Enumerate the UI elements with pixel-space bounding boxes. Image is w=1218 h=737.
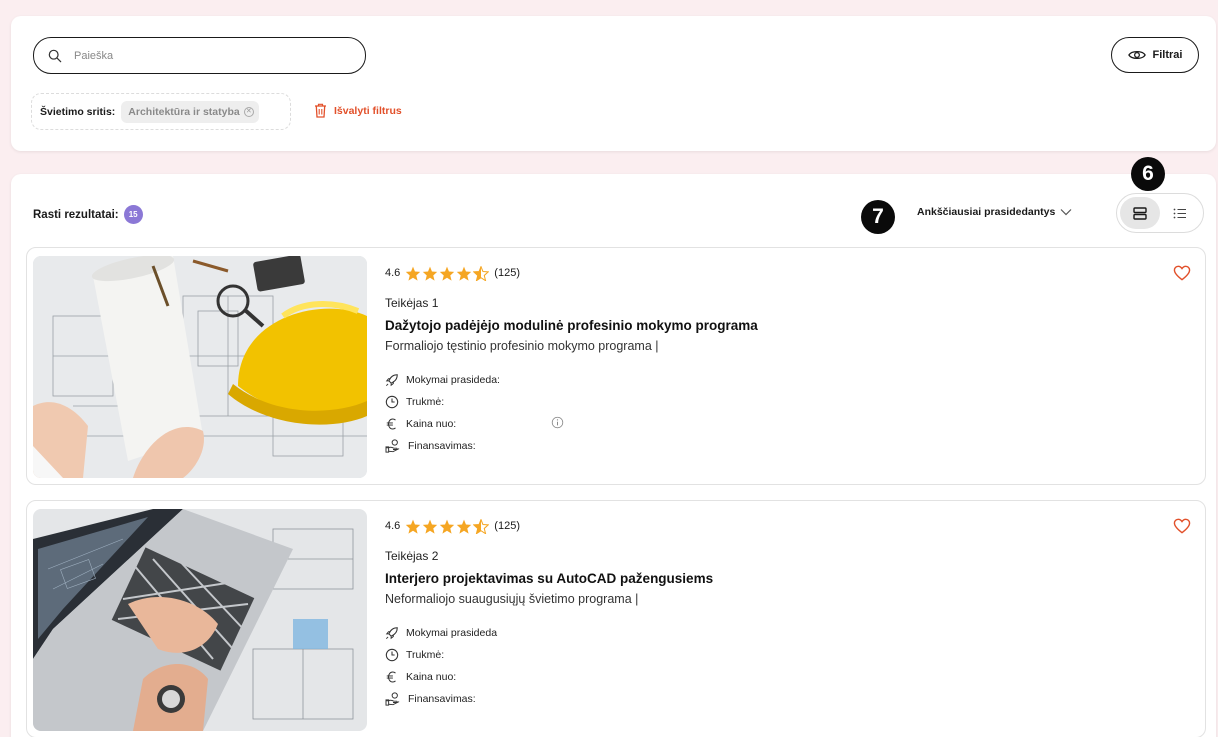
star-icon <box>423 266 438 281</box>
provider-name: Teikėjas 1 <box>385 296 439 310</box>
filters-button-label: Filtrai <box>1152 49 1183 61</box>
star-icon <box>406 519 421 534</box>
clock-icon <box>385 648 399 661</box>
annotation-step-7: 7 <box>861 200 895 234</box>
view-toggle <box>1116 193 1204 233</box>
star-icon <box>457 266 472 281</box>
meta-start: Mokymai prasideda <box>385 623 1085 642</box>
course-details: 4.6 (125) Teikėjas 2 Interjero projektav… <box>385 517 1085 711</box>
course-details: 4.6 (125) Teikėjas 1 Dažytojo padėjėjo m… <box>385 264 1085 458</box>
course-image <box>33 256 367 478</box>
results-count-badge: 15 <box>123 205 143 224</box>
meta-start-label: Mokymai prasideda: <box>406 373 500 386</box>
search-icon <box>48 49 62 62</box>
favorite-button[interactable] <box>1173 265 1191 286</box>
chevron-down-icon <box>1060 209 1072 216</box>
sort-select[interactable]: Ankščiausiai prasidedantys <box>917 206 1072 218</box>
hand-coin-icon <box>385 691 400 706</box>
meta-duration: Trukmė: <box>385 392 1085 411</box>
eye-icon <box>1127 50 1146 60</box>
active-filter-chip[interactable]: Architektūra ir statyba ✕ <box>121 100 259 123</box>
half-star-icon <box>473 265 490 281</box>
meta-price-label: Kaina nuo: <box>406 417 457 430</box>
active-filter-label: Švietimo sritis: <box>40 105 116 118</box>
rating-row: 4.6 (125) <box>385 264 1085 282</box>
heart-icon <box>1173 518 1191 534</box>
clock-icon <box>385 395 399 408</box>
list-view-icon <box>1173 208 1186 218</box>
annotation-step-6: 6 <box>1131 157 1165 191</box>
results-label: Rasti rezultatai: <box>33 208 119 221</box>
half-star-icon <box>473 518 490 534</box>
course-type: Formaliojo tęstinio profesinio mokymo pr… <box>385 339 659 353</box>
star-icon <box>440 266 455 281</box>
rating-row: 4.6 (125) <box>385 517 1085 535</box>
search-input[interactable] <box>74 49 324 62</box>
meta-price-label: Kaina nuo: <box>406 670 457 683</box>
rating-stars <box>405 518 490 534</box>
star-icon <box>440 519 455 534</box>
course-card[interactable]: 4.6 (125) Teikėjas 2 Interjero projektav… <box>26 500 1206 737</box>
rocket-icon <box>385 373 398 386</box>
rocket-icon <box>385 626 398 639</box>
rating-value: 4.6 <box>385 520 401 532</box>
meta-start: Mokymai prasideda: <box>385 370 1085 389</box>
meta-duration-label: Trukmė: <box>406 648 445 661</box>
meta-duration: Trukmė: <box>385 645 1085 664</box>
provider-name: Teikėjas 2 <box>385 549 439 563</box>
star-icon <box>457 519 472 534</box>
card-view-icon <box>1133 206 1147 220</box>
sort-label: Ankščiausiai prasidedantys <box>917 206 1056 218</box>
course-card[interactable]: 4.6 (125) Teikėjas 1 Dažytojo padėjėjo m… <box>26 247 1206 485</box>
active-filter-group: Švietimo sritis: Architektūra ir statyba… <box>31 93 291 130</box>
list-view-button[interactable] <box>1160 197 1200 229</box>
rating-stars <box>405 265 490 281</box>
course-meta-list: Mokymai prasideda: Trukmė: Kaina nuo: Fi… <box>385 370 1085 455</box>
hand-coin-icon <box>385 438 400 453</box>
active-filter-value: Architektūra ir statyba <box>128 105 240 118</box>
course-type: Neformaliojo suaugusiųjų švietimo progra… <box>385 592 639 606</box>
filter-panel: Filtrai Švietimo sritis: Architektūra ir… <box>11 16 1216 151</box>
favorite-button[interactable] <box>1173 518 1191 539</box>
meta-price: Kaina nuo: <box>385 414 1085 433</box>
star-icon <box>406 266 421 281</box>
review-count: (125) <box>494 267 520 279</box>
card-view-button[interactable] <box>1120 197 1160 229</box>
rating-value: 4.6 <box>385 267 401 279</box>
close-circle-icon[interactable]: ✕ <box>243 106 254 117</box>
review-count: (125) <box>494 520 520 532</box>
trash-icon <box>315 103 326 118</box>
course-title[interactable]: Dažytojo padėjėjo modulinė profesinio mo… <box>385 318 1085 333</box>
meta-funding-label: Finansavimas: <box>408 439 476 452</box>
results-header: Rasti rezultatai: 15 <box>33 205 143 224</box>
euro-icon <box>386 417 396 430</box>
meta-funding: Finansavimas: <box>385 689 1085 708</box>
course-image <box>33 509 367 731</box>
meta-funding-label: Finansavimas: <box>408 692 476 705</box>
star-icon <box>423 519 438 534</box>
clear-filters-button[interactable]: Išvalyti filtrus <box>314 103 402 118</box>
meta-start-label: Mokymai prasideda <box>406 626 498 639</box>
info-icon[interactable] <box>551 416 564 429</box>
results-panel: Rasti rezultatai: 15 7 Ankščiausiai pras… <box>11 157 1216 737</box>
euro-icon <box>386 670 396 683</box>
search-box[interactable] <box>33 37 366 74</box>
course-title[interactable]: Interjero projektavimas su AutoCAD pažen… <box>385 571 1085 586</box>
meta-price: Kaina nuo: <box>385 667 1085 686</box>
heart-icon <box>1173 265 1191 281</box>
meta-duration-label: Trukmė: <box>406 395 445 408</box>
filters-button[interactable]: Filtrai <box>1111 37 1199 73</box>
meta-funding: Finansavimas: <box>385 436 1085 455</box>
clear-filters-label: Išvalyti filtrus <box>334 104 402 117</box>
course-meta-list: Mokymai prasideda Trukmė: Kaina nuo: Fin… <box>385 623 1085 708</box>
